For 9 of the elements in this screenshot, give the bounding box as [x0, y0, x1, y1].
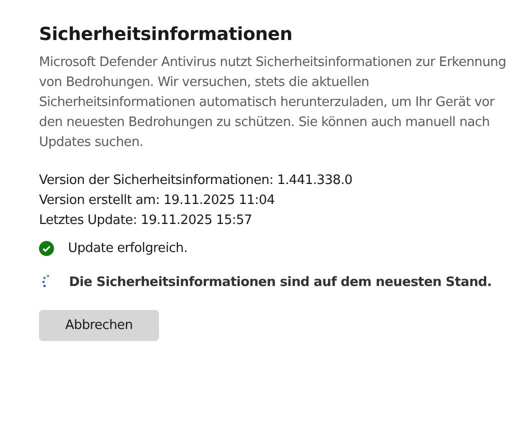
cancel-button[interactable]: Abbrechen	[39, 310, 159, 341]
status-text: Die Sicherheitsinformationen sind auf dem neuesten Stand.	[69, 274, 492, 290]
info-text: Version erstellt am: 19.11.2025 11:04	[39, 192, 276, 210]
status-text: Update erfolgreich.	[68, 241, 188, 256]
checkmark-icon	[39, 241, 54, 256]
description-text: Microsoft Defender Antivirus nutzt Sicherheitsinformationen zur Erkennung von Bedrohungen. Wir versuchen, stets die aktuellen Sicherheitsinformationen automatisch herunterzuladen, um Ihr Gerät vor den neuesten Bedrohungen zu schützen. Sie können auch manuell nach Updates suchen.	[39, 54, 508, 152]
info-text: Letztes Update: 19.11.2025 15:57	[39, 212, 253, 230]
info-text: Version der Sicherheitsinformationen: 1.441.338.0	[39, 172, 354, 190]
section-title: Sicherheitsinformationen	[39, 24, 294, 45]
